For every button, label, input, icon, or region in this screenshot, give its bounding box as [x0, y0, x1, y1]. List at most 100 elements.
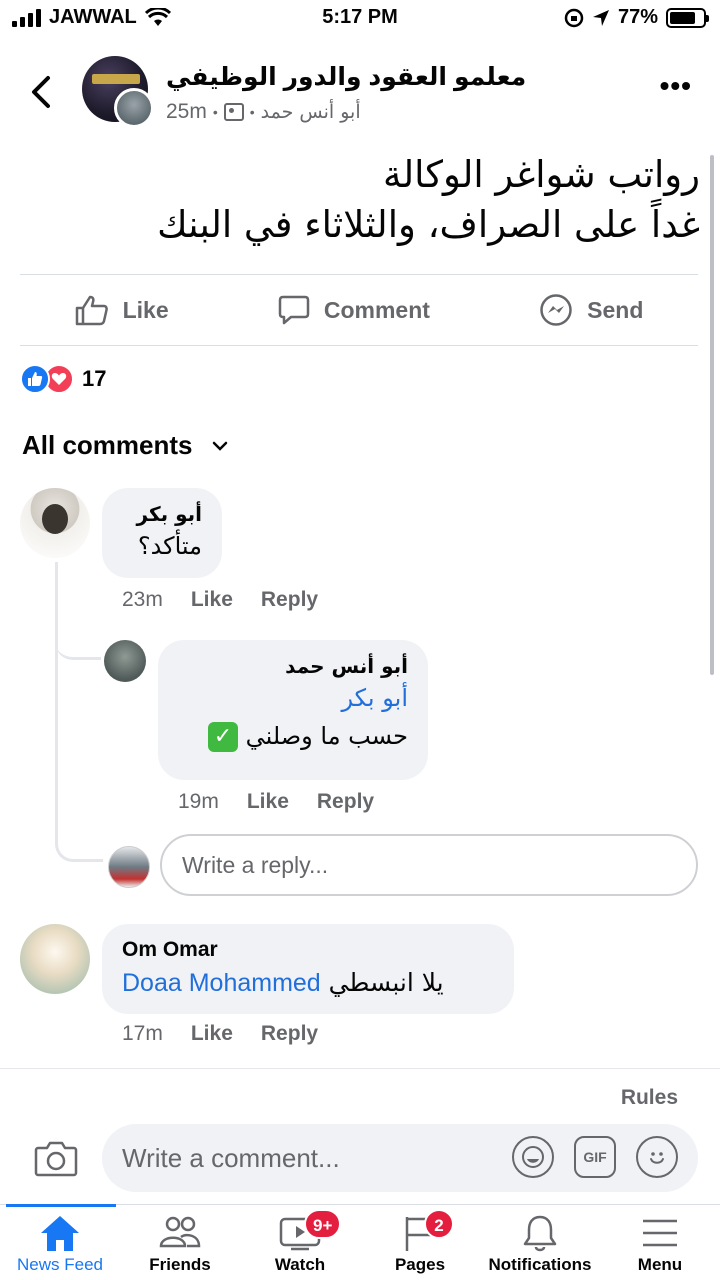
- nav-watch[interactable]: 9+ Watch: [240, 1205, 360, 1280]
- comment-button[interactable]: Comment: [278, 294, 430, 326]
- send-label: Send: [587, 296, 644, 323]
- divider: [0, 1068, 720, 1069]
- post-author[interactable]: أبو أنس حمد: [261, 101, 361, 123]
- status-bar: JAWWAL 5:17 PM 77%: [0, 0, 720, 38]
- like-reaction-icon: [20, 364, 50, 394]
- like-button[interactable]: Like: [75, 294, 169, 326]
- post-line-2: غداً على الصراف، والثلاثاء في البنك: [157, 203, 700, 246]
- chevron-down-icon: [212, 441, 227, 451]
- comment-bubble[interactable]: Om Omar Doaa Mohammed يلا انبسطي: [102, 924, 514, 1014]
- comment-reply-button[interactable]: Reply: [317, 790, 374, 814]
- commenter-avatar[interactable]: [20, 924, 90, 994]
- thread-branch: [55, 600, 101, 660]
- notification-badge: 9+: [304, 1209, 342, 1239]
- back-button[interactable]: [26, 72, 56, 112]
- battery-icon: [666, 7, 709, 28]
- comment-bubble[interactable]: أبو أنس حمد أبو بكر حسب ما وصلني ✓: [158, 640, 428, 780]
- nav-pages[interactable]: 2 Pages: [360, 1205, 480, 1280]
- post-line-1: رواتب شواغر الوكالة: [383, 153, 700, 196]
- comment-mention[interactable]: أبو بكر: [178, 684, 408, 712]
- nav-label: News Feed: [17, 1255, 103, 1274]
- comment-icon: [278, 295, 310, 325]
- group-name[interactable]: معلمو العقود والدور الوظيفي: [166, 62, 526, 92]
- hamburger-menu-icon: [643, 1219, 677, 1247]
- comment-like-button[interactable]: Like: [191, 588, 233, 612]
- post-action-bar: Like Comment Send: [20, 274, 698, 346]
- post-text: رواتب شواغر الوكالة غداً على الصراف، وال…: [20, 150, 700, 250]
- home-icon: [41, 1216, 79, 1251]
- group-privacy-icon: [223, 103, 244, 121]
- status-right: 77%: [564, 6, 709, 29]
- meta-separator: •: [249, 104, 255, 120]
- thumbs-up-icon: [75, 295, 108, 326]
- comment-actions: 17m Like Reply: [122, 1022, 318, 1046]
- commenter-avatar[interactable]: [20, 488, 90, 558]
- nav-menu[interactable]: Menu: [600, 1205, 720, 1280]
- gif-button[interactable]: GIF: [574, 1136, 616, 1178]
- comment-author[interactable]: Om Omar: [122, 938, 494, 962]
- location-icon: [592, 9, 609, 26]
- post-time: 25m: [166, 100, 207, 123]
- comment-sort-dropdown[interactable]: All comments: [22, 430, 229, 461]
- battery-percent: 77%: [617, 6, 658, 28]
- group-avatar[interactable]: [82, 56, 154, 128]
- comment-reply-button[interactable]: Reply: [261, 588, 318, 612]
- current-user-avatar: [108, 846, 150, 888]
- comment-mention[interactable]: Doaa Mohammed: [122, 969, 321, 997]
- comment-time: 17m: [122, 1022, 163, 1045]
- reply-input[interactable]: Write a reply...: [160, 834, 698, 896]
- sticker-icon[interactable]: [512, 1136, 554, 1178]
- nav-label: Friends: [149, 1255, 211, 1274]
- comment-actions: 23m Like Reply: [122, 588, 318, 612]
- comment-text: يلا انبسطي: [328, 968, 444, 997]
- comment-text-row: حسب ما وصلني ✓: [178, 722, 408, 752]
- nav-label: Watch: [274, 1255, 326, 1274]
- notification-badge: 2: [424, 1209, 454, 1239]
- post-meta: 25m • • أبو أنس حمد: [166, 100, 361, 124]
- composer-icons: GIF: [512, 1136, 678, 1178]
- reactions-summary[interactable]: 17: [20, 364, 106, 394]
- friends-icon: [159, 1216, 201, 1248]
- author-avatar[interactable]: [114, 88, 154, 128]
- comment-author[interactable]: أبو أنس حمد: [178, 654, 408, 678]
- comment-input-placeholder: Write a comment...: [122, 1142, 340, 1173]
- comment-sort-label: All comments: [22, 430, 193, 460]
- messenger-icon: [540, 294, 572, 326]
- emoji-icon[interactable]: [636, 1136, 678, 1178]
- nav-label: Notifications: [488, 1255, 592, 1274]
- comment-time: 19m: [178, 790, 219, 813]
- commenter-avatar[interactable]: [104, 640, 146, 682]
- send-button[interactable]: Send: [539, 293, 643, 327]
- comment-input[interactable]: Write a comment... GIF: [102, 1124, 698, 1192]
- comment-text: حسب ما وصلني: [245, 722, 408, 750]
- comment-like-button[interactable]: Like: [247, 790, 289, 814]
- comment-bubble[interactable]: أبو بكر متأكد؟: [102, 488, 222, 578]
- bottom-nav: News Feed Friends 9+ Watch 2 Pages Notif…: [0, 1204, 720, 1280]
- battery-fill: [670, 11, 695, 24]
- group-cover-banner: [92, 74, 140, 84]
- bell-icon: [523, 1215, 557, 1252]
- comment-label: Comment: [323, 296, 430, 323]
- comment-actions: 19m Like Reply: [178, 790, 374, 814]
- more-options-button[interactable]: •••: [660, 72, 692, 100]
- meta-separator: •: [212, 104, 218, 120]
- comment-reply-button[interactable]: Reply: [261, 1022, 318, 1046]
- post-header: معلمو العقود والدور الوظيفي 25m • • أبو …: [0, 50, 720, 134]
- check-mark-icon: ✓: [207, 722, 238, 752]
- comment-author[interactable]: أبو بكر: [122, 502, 202, 526]
- nav-news-feed[interactable]: News Feed: [0, 1205, 120, 1280]
- like-label: Like: [122, 296, 169, 323]
- comment-text-row: Doaa Mohammed يلا انبسطي: [122, 968, 494, 998]
- nav-label: Pages: [394, 1255, 446, 1274]
- comment-like-button[interactable]: Like: [191, 1022, 233, 1046]
- reaction-count: 17: [82, 366, 107, 391]
- orientation-lock-icon: [564, 8, 584, 27]
- rules-link[interactable]: Rules: [621, 1086, 678, 1110]
- nav-notifications[interactable]: Notifications: [480, 1205, 600, 1280]
- scrollbar[interactable]: [710, 155, 714, 675]
- comment-text: متأكد؟: [137, 532, 202, 560]
- camera-icon[interactable]: [34, 1138, 78, 1178]
- comment-time: 23m: [122, 588, 163, 611]
- nav-label: Menu: [637, 1255, 683, 1274]
- nav-friends[interactable]: Friends: [120, 1205, 240, 1280]
